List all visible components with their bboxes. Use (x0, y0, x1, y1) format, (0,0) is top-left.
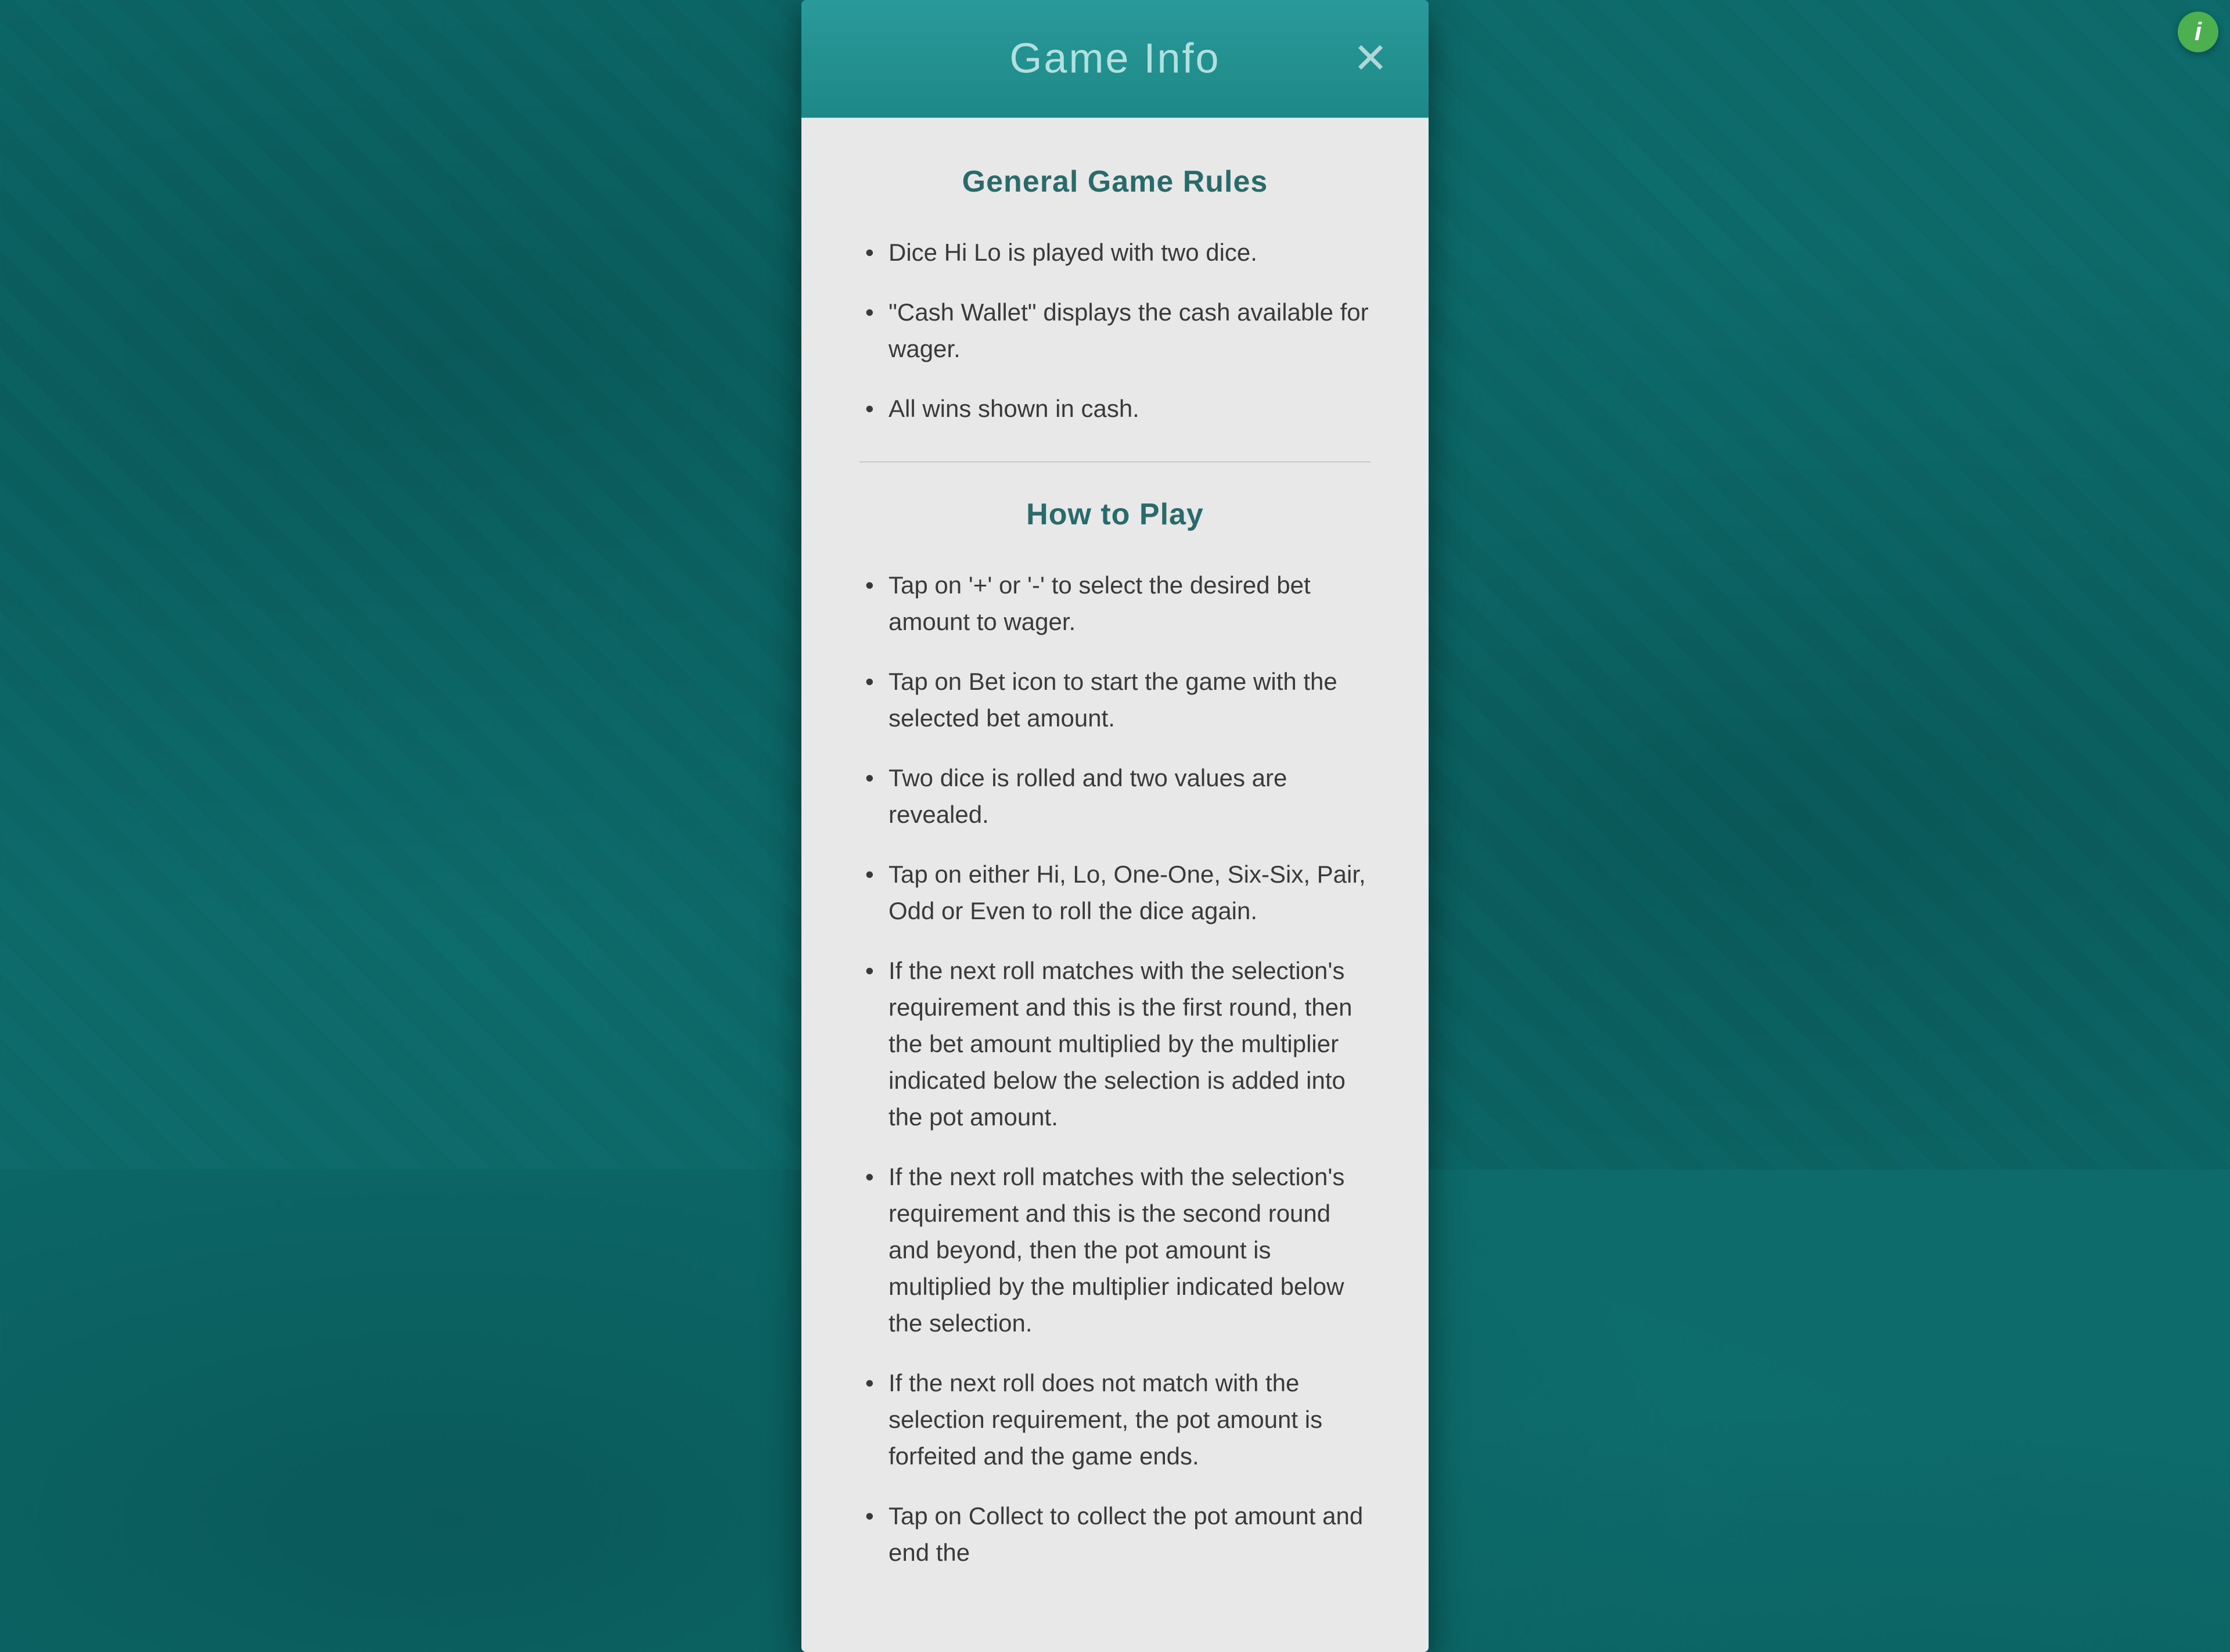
list-item: Tap on Collect to collect the pot amount… (859, 1498, 1371, 1571)
list-item: All wins shown in cash. (859, 390, 1371, 427)
list-item: "Cash Wallet" displays the cash availabl… (859, 294, 1371, 367)
list-item: If the next roll does not match with the… (859, 1365, 1371, 1474)
list-item: Tap on '+' or '-' to select the desired … (859, 567, 1371, 640)
list-item: Dice Hi Lo is played with two dice. (859, 234, 1371, 271)
modal-body: General Game Rules Dice Hi Lo is played … (801, 118, 1429, 1652)
how-to-play-title: How to Play (859, 497, 1371, 532)
list-item: Tap on either Hi, Lo, One-One, Six-Six, … (859, 856, 1371, 929)
general-rules-title: General Game Rules (859, 164, 1371, 199)
game-info-modal: Game Info ✕ General Game Rules Dice Hi L… (801, 0, 1429, 1652)
info-button[interactable]: i (2178, 12, 2218, 52)
modal-overlay: Game Info ✕ General Game Rules Dice Hi L… (0, 0, 2230, 1169)
list-item: Tap on Bet icon to start the game with t… (859, 663, 1371, 736)
general-rules-list: Dice Hi Lo is played with two dice. "Cas… (859, 234, 1371, 427)
modal-header: Game Info ✕ (801, 0, 1429, 118)
how-to-play-list: Tap on '+' or '-' to select the desired … (859, 567, 1371, 1571)
modal-title: Game Info (1009, 35, 1220, 82)
close-button[interactable]: ✕ (1347, 35, 1394, 82)
list-item: If the next roll matches with the select… (859, 1158, 1371, 1341)
list-item: If the next roll matches with the select… (859, 952, 1371, 1135)
list-item: Two dice is rolled and two values are re… (859, 760, 1371, 833)
